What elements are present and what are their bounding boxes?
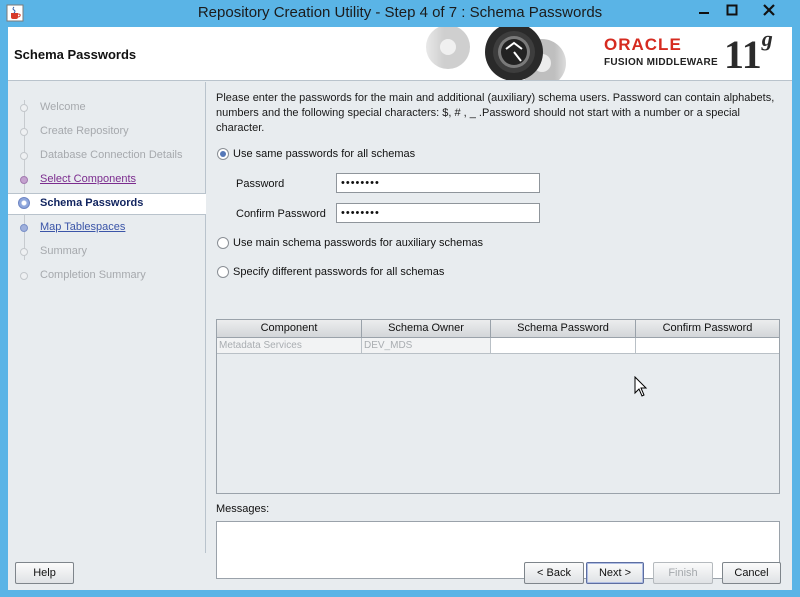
oracle-logo: ORACLE FUSION MIDDLEWARE [604, 35, 718, 68]
finish-button: Finish [653, 562, 713, 584]
column-header-component[interactable]: Component [217, 320, 362, 338]
oracle-wordmark: ORACLE [604, 35, 682, 54]
different-passwords-label[interactable]: Specify different passwords for all sche… [233, 266, 444, 278]
table-header: Component Schema Owner Schema Password C… [217, 320, 779, 338]
table-row: Metadata Services DEV_MDS [217, 338, 779, 354]
step-dot [20, 176, 28, 184]
back-button[interactable]: < Back [524, 562, 584, 584]
close-button[interactable] [746, 0, 792, 20]
messages-label: Messages: [216, 503, 270, 515]
nav-item-schema-passwords[interactable]: Schema Passwords [8, 193, 206, 215]
main-schema-password-label[interactable]: Use main schema passwords for auxiliary … [233, 237, 483, 249]
nav-item-completion-summary: Completion Summary [8, 266, 206, 286]
confirm-password-label: Confirm Password [236, 208, 326, 220]
same-password-radio[interactable] [217, 148, 229, 160]
next-button[interactable]: Next > [586, 562, 644, 584]
nav-item-label: Welcome [40, 101, 86, 113]
help-button[interactable]: Help [15, 562, 74, 584]
cell-component: Metadata Services [217, 338, 362, 354]
page-title: Schema Passwords [14, 47, 137, 62]
column-header-schema-password[interactable]: Schema Password [491, 320, 636, 338]
cell-confirm-password [636, 338, 779, 354]
nav-item-summary: Summary [8, 242, 206, 262]
version-letter: g [761, 27, 773, 51]
main-panel: Please enter the passwords for the main … [216, 82, 792, 579]
password-label: Password [236, 178, 285, 190]
nav-item-select-components[interactable]: Select Components [8, 170, 206, 190]
cancel-button[interactable]: Cancel [722, 562, 781, 584]
current-step-icon [18, 197, 30, 209]
nav-item-label[interactable]: Map Tablespaces [40, 221, 125, 233]
step-dot [20, 224, 28, 232]
nav-item-label: Summary [40, 245, 88, 257]
window-title: Repository Creation Utility - Step 4 of … [197, 4, 603, 21]
minimize-button[interactable] [690, 0, 718, 20]
maximize-button[interactable] [718, 0, 746, 20]
close-icon [763, 4, 775, 16]
minimize-icon [699, 12, 709, 14]
instructions-line: numbers and the following special charac… [216, 107, 740, 119]
nav-item-label: Schema Passwords [40, 197, 144, 209]
step-dot [20, 128, 28, 136]
column-header-schema-owner[interactable]: Schema Owner [362, 320, 491, 338]
step-dot [20, 248, 28, 256]
schema-password-table: Component Schema Owner Schema Password C… [216, 319, 780, 494]
cell-schema-password [491, 338, 636, 354]
step-dot [20, 272, 28, 280]
confirm-password-field[interactable]: •••••••• [336, 203, 540, 223]
maximize-icon [726, 4, 738, 16]
rcu-window: Repository Creation Utility - Step 4 of … [0, 0, 800, 597]
nav-item-database-connection-details: Database Connection Details [8, 146, 206, 166]
step-dot [20, 104, 28, 112]
fusion-middleware-label: FUSION MIDDLEWARE [604, 57, 718, 68]
step-dot [20, 152, 28, 160]
client-area: Schema Passwords ORACLE FUSION MIDDLEWAR… [8, 27, 792, 590]
nav-item-label: Create Repository [40, 125, 129, 137]
page-header: Schema Passwords ORACLE FUSION MIDDLEWAR… [8, 27, 792, 81]
password-field[interactable]: •••••••• [336, 173, 540, 193]
instructions-line: Please enter the passwords for the main … [216, 92, 775, 104]
nav-item-welcome: Welcome [8, 98, 206, 118]
nav-item-label[interactable]: Select Components [40, 173, 136, 185]
title-bar[interactable]: Repository Creation Utility - Step 4 of … [0, 0, 800, 27]
mouse-pointer-icon [634, 376, 648, 397]
instructions-line: character. [216, 122, 265, 134]
nav-item-label: Completion Summary [40, 269, 146, 281]
version-number: 11 [724, 32, 762, 77]
different-passwords-radio[interactable] [217, 266, 229, 278]
instructions-text: Please enter the passwords for the main … [216, 91, 784, 136]
gears-graphic [410, 27, 580, 80]
same-password-label[interactable]: Use same passwords for all schemas [233, 148, 415, 160]
main-schema-password-radio[interactable] [217, 237, 229, 249]
nav-item-map-tablespaces[interactable]: Map Tablespaces [8, 218, 206, 238]
step-navigator: Welcome Create Repository Database Conne… [8, 82, 206, 553]
nav-item-label: Database Connection Details [40, 149, 183, 161]
nav-item-create-repository: Create Repository [8, 122, 206, 142]
column-header-confirm-password[interactable]: Confirm Password [636, 320, 779, 338]
footer-bar: Help < Back Next > Finish Cancel [8, 554, 792, 590]
cell-schema-owner: DEV_MDS [362, 338, 491, 354]
version-11g: 11g [724, 27, 773, 78]
